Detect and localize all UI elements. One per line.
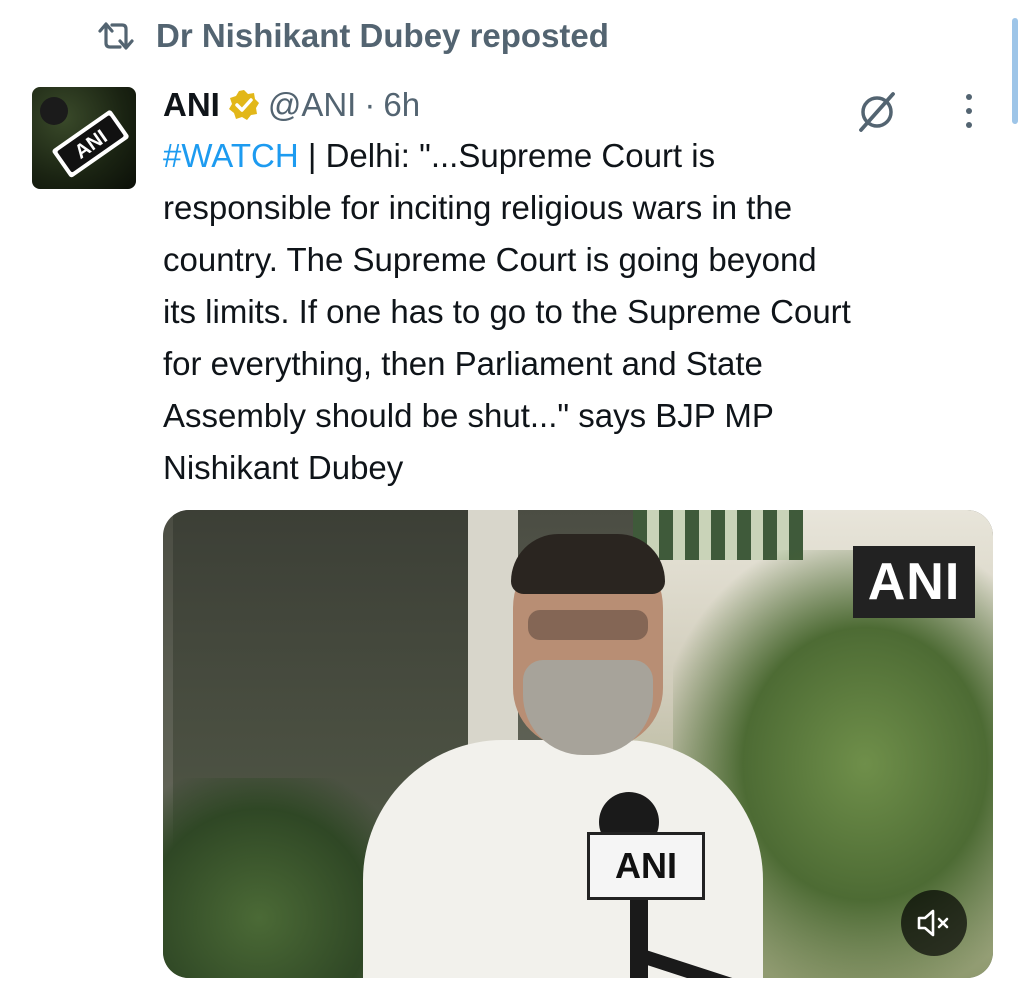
post-time[interactable]: 6h bbox=[383, 86, 420, 124]
repost-icon bbox=[96, 21, 136, 51]
tweet-text: #WATCH | Delhi: "...Supreme Court is res… bbox=[163, 130, 1003, 494]
more-vertical-icon[interactable] bbox=[959, 86, 979, 136]
meta-separator: · bbox=[364, 86, 376, 123]
speaker-glasses bbox=[528, 610, 648, 640]
verified-badge-icon bbox=[228, 89, 260, 121]
speaker-hair bbox=[511, 534, 665, 594]
grok-icon[interactable] bbox=[855, 90, 899, 134]
hashtag-link[interactable]: #WATCH bbox=[163, 137, 299, 174]
mic-flag-label: ANI bbox=[587, 832, 705, 900]
scroll-indicator[interactable] bbox=[1012, 18, 1018, 124]
tweet[interactable]: ANI @ANI · 6h #WATCH | Delhi: "...Suprem… bbox=[163, 80, 994, 494]
video-player[interactable]: ANI ANI bbox=[163, 510, 993, 978]
tweet-body: | Delhi: "...Supreme Court is responsibl… bbox=[163, 137, 851, 486]
speaker-muted-icon[interactable] bbox=[901, 890, 967, 956]
repost-row[interactable]: Dr Nishikant Dubey reposted bbox=[96, 14, 609, 58]
repost-label: Dr Nishikant Dubey reposted bbox=[156, 17, 609, 54]
video-watermark: ANI bbox=[853, 546, 975, 618]
author-name[interactable]: ANI bbox=[163, 86, 220, 124]
avatar[interactable]: ANI bbox=[32, 87, 136, 189]
author-handle[interactable]: @ANI bbox=[268, 86, 357, 124]
mic-stand bbox=[630, 890, 648, 978]
